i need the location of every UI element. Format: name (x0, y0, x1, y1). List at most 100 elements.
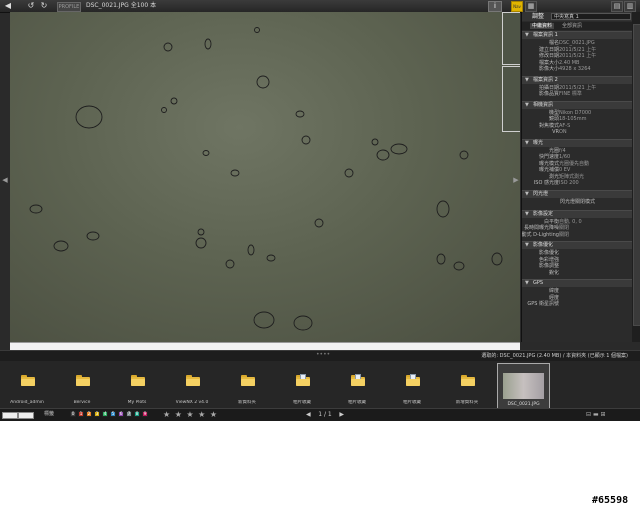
page-indicator: 1 / 1 (318, 411, 332, 418)
folder-item[interactable]: Android_admin (0, 361, 54, 408)
panel-row: 閃光燈關閉模式 (522, 199, 633, 206)
zoom-out-icon[interactable]: ⊟ (586, 411, 591, 418)
panel-section-header[interactable]: ▼ 曝光 (522, 138, 633, 147)
panel-section-title: GPS (533, 280, 544, 286)
window-title: DSC_0021.JPG 全100 本 (86, 2, 157, 9)
label-caption: 標籤 (44, 411, 55, 417)
folder-icon (21, 375, 35, 386)
collapse-triangle-icon[interactable]: ▼ (525, 280, 529, 287)
color-label-1[interactable]: 1 (78, 411, 84, 417)
color-label-3[interactable]: 3 (94, 411, 100, 417)
view-toggle-1[interactable] (2, 412, 18, 419)
color-label-6[interactable]: 6 (118, 411, 124, 417)
panel-section-header[interactable]: ▼ 檔案資訊 1 (522, 31, 633, 39)
panel-section-title: 檔案資訊 1 (533, 32, 558, 38)
panel-row: 影像大小 4928 x 3264 (522, 66, 633, 73)
page-prev-icon[interactable]: ◀ (306, 411, 311, 418)
photo-thumbnail-name: DSC_0021.JPG (507, 402, 540, 407)
panel-section-title: 曝光 (533, 139, 544, 146)
color-label-8[interactable]: 8 (134, 411, 140, 417)
panel-row-key: GPS 衛星訊號 (527, 301, 559, 307)
folder-name: 相片收藏 (293, 400, 311, 405)
view-split-icon[interactable]: ▥ (624, 1, 636, 12)
collapse-triangle-icon[interactable]: ▼ (525, 242, 529, 249)
folder-icon (76, 375, 90, 386)
panel-row: ISO 感光度 ISO 200 (522, 180, 633, 187)
page-next-icon[interactable]: ▶ (339, 411, 344, 418)
folder-item[interactable]: My Plots (110, 361, 164, 408)
info-button[interactable]: i (488, 1, 502, 12)
folder-name: 新增資料夾 (455, 400, 479, 405)
panel-row: VR ON (522, 129, 633, 136)
panel-row: GPS 衛星訊號 (522, 301, 633, 308)
panel-row-value: ON (559, 129, 567, 135)
folder-image-icon (296, 374, 310, 386)
view-list-icon[interactable]: ▤ (611, 1, 623, 12)
collapse-triangle-icon[interactable]: ▼ (525, 140, 529, 147)
collapse-triangle-icon[interactable]: ▼ (525, 102, 529, 109)
panel-row-key: 主動式 D-Lighting (521, 231, 559, 238)
next-image-icon[interactable]: ▶ (512, 176, 520, 184)
folder-icon (461, 375, 475, 386)
metadata-panel: 調整 中央寫真 1 中繼資料 全部資訊 ▼ 檔案資訊 1 檔名 DSC_0021.JP… (521, 12, 633, 342)
folder-name: Bervice (73, 400, 91, 405)
back-icon[interactable]: ◀ (3, 1, 13, 11)
folder-item[interactable]: Bervice (55, 361, 109, 408)
navigator-thumb-bottom[interactable] (502, 66, 520, 132)
panel-section-title: 影像優化 (533, 242, 554, 248)
tab-all-info[interactable]: 全部資訊 (560, 23, 584, 29)
panel-preset-select[interactable]: 中央寫真 1 (551, 13, 631, 20)
panel-section-header[interactable]: ▼ 閃光燈 (522, 189, 633, 198)
panel-section-header[interactable]: ▼ GPS (522, 279, 633, 287)
collapse-triangle-icon[interactable]: ▼ (525, 32, 529, 39)
navigator-thumb-top[interactable] (502, 12, 520, 65)
panel-row-value: 關閉 (559, 231, 570, 238)
panel-row: 主動式 D-Lighting關閉 (522, 232, 633, 239)
panel-section-header[interactable]: ▼ 影像優化 (522, 241, 633, 249)
panel-row: 銳化 (522, 270, 633, 277)
view-toggle-2[interactable] (18, 412, 34, 419)
splitter-grip[interactable]: •••• (316, 351, 330, 358)
panel-section-title: 相機資訊 (533, 101, 554, 108)
panel-section-header[interactable]: ▼ 檔案資訊 2 (522, 75, 633, 84)
selected-photo-thumbnail[interactable]: DSC_0021.JPG (497, 363, 550, 409)
color-label-4[interactable]: 4 (102, 411, 108, 417)
panel-section-title: 閃光燈 (533, 190, 549, 197)
collapse-triangle-icon[interactable]: ▼ (525, 211, 529, 218)
folder-icon (131, 375, 145, 386)
panel-section-header[interactable]: ▼ 相機資訊 (522, 100, 633, 109)
folder-name: 相片收藏 (348, 400, 366, 405)
mode-button[interactable]: PROFILE (57, 2, 81, 12)
panel-scrollbar-thumb[interactable] (633, 24, 640, 326)
nav-button[interactable]: Nav (511, 1, 523, 12)
folder-item[interactable]: 新資料夾 (220, 361, 274, 408)
collapse-triangle-icon[interactable]: ▼ (525, 77, 529, 84)
status-text: 選取的: DSC_0021.JPG (2.40 MB) / 本資料夾 (已顯示 … (481, 353, 628, 359)
panel-row-key: 影像品質 (538, 91, 559, 97)
folder-item[interactable]: 相片收藏 (275, 361, 329, 408)
panel-row: 影像品質 FINE 標準 (522, 91, 633, 98)
rating-stars[interactable]: ★ ★ ★ ★ ★ (163, 410, 218, 419)
color-label-7[interactable]: 7 (126, 411, 132, 417)
folder-item[interactable]: 新增資料夾 (440, 361, 494, 408)
collapse-triangle-icon[interactable]: ▼ (525, 191, 529, 198)
panel-row-value: 閃光燈關閉模式 (559, 198, 595, 205)
color-label-9[interactable]: 9 (142, 411, 148, 417)
watermark-id: #65598 (592, 495, 629, 506)
color-label-5[interactable]: 5 (110, 411, 116, 417)
tab-metadata[interactable]: 中繼資料 (530, 23, 555, 29)
panel-scrollbar[interactable] (632, 12, 640, 342)
folder-item[interactable]: ViewNX 2 v4.0 (165, 361, 219, 408)
folder-item[interactable]: 相片收藏 (330, 361, 384, 408)
folder-item[interactable]: 相片收藏 (385, 361, 439, 408)
image-viewer[interactable] (10, 12, 520, 342)
view-grid-icon[interactable]: ▦ (525, 1, 537, 12)
rotate-left-icon[interactable]: ↺ (26, 1, 36, 11)
color-label-2[interactable]: 2 (86, 411, 92, 417)
color-label-0[interactable]: 0 (70, 411, 76, 417)
panel-section-header[interactable]: ▼ 影像設定 (522, 209, 633, 218)
rotate-right-icon[interactable]: ↻ (39, 1, 49, 11)
zoom-slider[interactable]: ▬ (593, 411, 599, 418)
prev-image-icon[interactable]: ◀ (1, 176, 9, 184)
zoom-in-icon[interactable]: ⊞ (601, 411, 606, 418)
